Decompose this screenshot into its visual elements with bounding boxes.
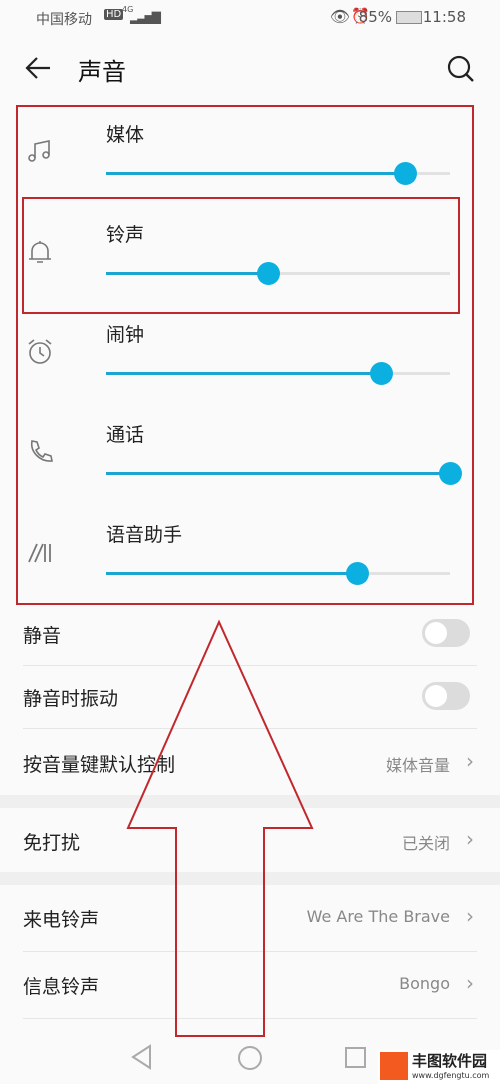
message-tone-value: Bongo	[399, 974, 450, 993]
back-arrow-icon[interactable]	[24, 56, 52, 80]
alarm-icon	[28, 339, 52, 364]
watermark-logo	[380, 1052, 408, 1080]
volume-key-label: 按音量键默认控制	[23, 754, 176, 776]
carrier: 中国移动	[36, 12, 92, 28]
chevron-right-icon: ›	[466, 971, 474, 995]
divider	[23, 1018, 477, 1019]
mute-vibrate-toggle[interactable]	[422, 682, 470, 710]
hd-icon: HD	[104, 9, 124, 20]
clock: 11:58	[422, 8, 466, 26]
message-tone-label: 信息铃声	[23, 976, 100, 998]
mute-row[interactable]: 静音	[0, 605, 500, 665]
mute-label: 静音	[23, 625, 62, 647]
volume-slider[interactable]	[106, 162, 450, 185]
volume-row: 通话	[0, 402, 500, 502]
volume-slider[interactable]	[106, 462, 462, 485]
bell-icon	[29, 241, 51, 263]
slider-fill	[106, 272, 268, 275]
volume-slider[interactable]	[106, 362, 450, 385]
mute-vibrate-row[interactable]: 静音时振动	[0, 666, 500, 728]
header: 声音	[0, 40, 500, 100]
volume-key-row[interactable]: 按音量键默认控制 媒体音量 ›	[0, 729, 500, 795]
section-gap	[0, 795, 500, 808]
dnd-label: 免打扰	[23, 832, 81, 854]
page-title: 声音	[78, 58, 126, 86]
chevron-right-icon: ›	[466, 904, 474, 928]
phone-icon	[30, 440, 53, 462]
volume-slider[interactable]	[106, 262, 450, 285]
slider-fill	[106, 572, 358, 575]
volume-row: 闹钟	[0, 302, 500, 402]
ringtone-row[interactable]: 来电铃声 We Are The Brave ›	[0, 885, 500, 951]
slider-thumb[interactable]	[370, 362, 394, 385]
battery-percent: 85%	[358, 8, 392, 26]
dnd-value: 已关闭	[401, 834, 450, 853]
slider-thumb[interactable]	[439, 462, 462, 485]
slider-fill	[106, 372, 382, 375]
battery-icon	[396, 11, 422, 24]
mute-vibrate-label: 静音时振动	[23, 688, 119, 710]
chevron-right-icon: ›	[466, 749, 474, 773]
volume-key-value: 媒体音量	[385, 756, 450, 775]
volume-row: 语音助手	[0, 502, 500, 602]
slider-fill	[106, 172, 406, 175]
volume-label: 语音助手	[106, 524, 183, 546]
watermark-name: 丰图软件园	[412, 1052, 488, 1070]
slider-thumb[interactable]	[346, 562, 370, 585]
slider-thumb[interactable]	[394, 162, 418, 185]
slider-thumb[interactable]	[256, 262, 280, 285]
volume-label: 通话	[106, 424, 145, 446]
nav-back-icon[interactable]	[130, 1044, 154, 1070]
ringtone-value: We Are The Brave	[306, 907, 450, 926]
volume-row: 媒体	[0, 102, 500, 202]
music-note-icon	[28, 140, 50, 162]
volume-slider[interactable]	[106, 562, 450, 585]
ringtone-label: 来电铃声	[23, 909, 100, 931]
signal-icon: ▂▃▅▇	[130, 10, 161, 24]
watermark: 丰图软件园 www.dgfengtu.com	[378, 1050, 500, 1084]
volume-label: 闹钟	[106, 324, 145, 346]
section-gap	[0, 872, 500, 885]
mute-toggle[interactable]	[422, 619, 470, 647]
slider-fill	[106, 472, 450, 475]
status-bar: 中国移动 HD 4G ▂▃▅▇ 👁 ⏰ 85% 11:58	[0, 0, 500, 36]
dnd-row[interactable]: 免打扰 已关闭 ›	[0, 808, 500, 872]
search-icon[interactable]	[446, 54, 476, 84]
chevron-right-icon: ›	[466, 827, 474, 851]
watermark-url: www.dgfengtu.com	[412, 1071, 490, 1080]
message-tone-row[interactable]: 信息铃声 Bongo ›	[0, 952, 500, 1018]
nav-home-icon[interactable]	[236, 1044, 264, 1072]
voice-assistant-icon	[28, 543, 51, 563]
nav-recents-icon[interactable]	[344, 1046, 368, 1070]
volume-row: 铃声	[0, 202, 500, 302]
volume-label: 媒体	[106, 124, 145, 146]
volume-label: 铃声	[106, 224, 145, 246]
eye-icon: 👁	[329, 7, 350, 26]
